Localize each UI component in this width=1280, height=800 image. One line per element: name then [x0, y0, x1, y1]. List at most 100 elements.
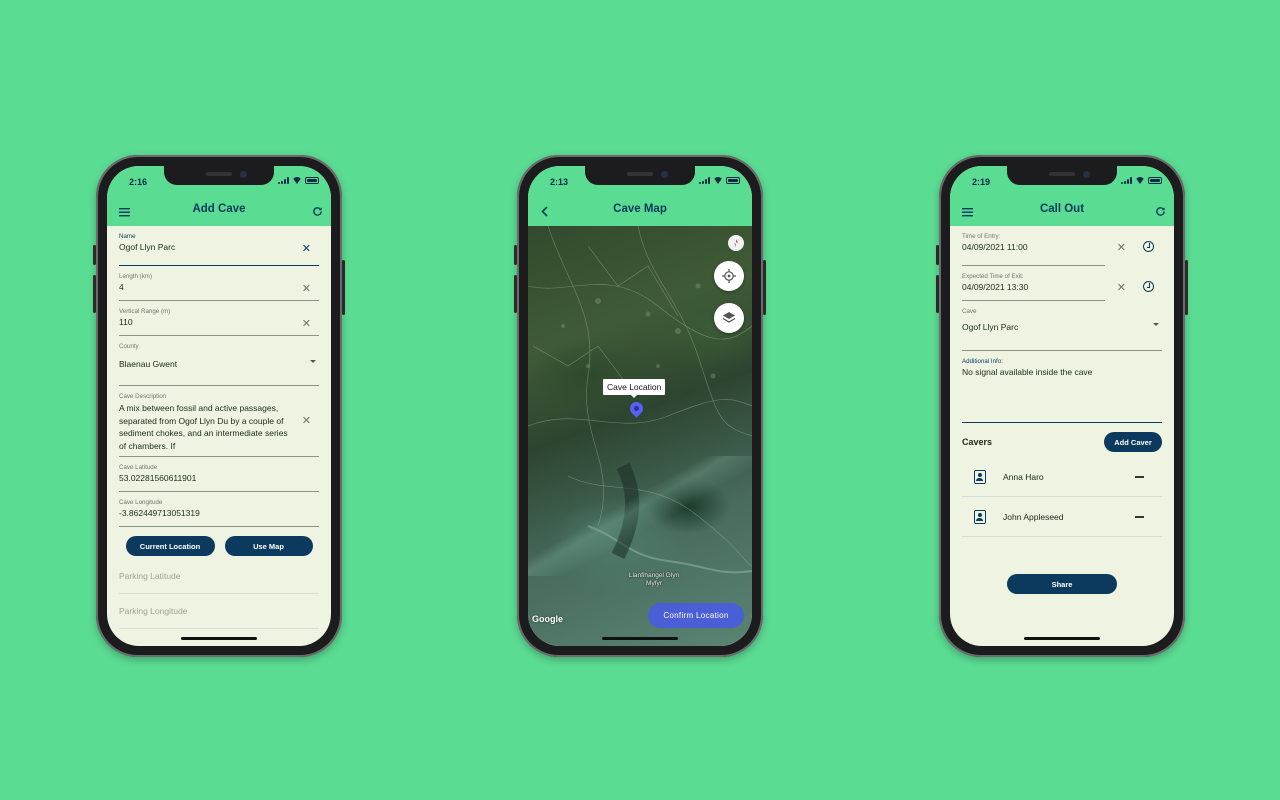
time-of-entry-field[interactable]: Time of Entry: 04/09/2021 11:00 [962, 226, 1105, 266]
close-icon[interactable]: ✕ [302, 282, 311, 295]
satellite-map[interactable]: Cave Location Llanfihangel Glyn Myfyr Go… [528, 226, 752, 646]
add-cave-form: Name Ogof Llyn Parc ✕ Length (km) 4 ✕ Ve… [107, 226, 331, 646]
close-icon[interactable]: ✕ [1117, 241, 1126, 254]
time-of-entry-label: Time of Entry: [962, 233, 1001, 240]
map-river [528, 456, 752, 576]
phone-cave-map: 2:13 Cave Map Cave Location Llanfihangel… [514, 155, 766, 657]
refresh-icon[interactable] [1155, 204, 1166, 222]
name-value: Ogof Llyn Parc [119, 242, 176, 252]
latitude-field[interactable]: Cave Latitude 53.02281560611901 [119, 457, 319, 492]
battery-icon [726, 177, 740, 184]
battery-icon [305, 177, 319, 184]
additional-info-label: Additional Info: [962, 358, 1003, 365]
refresh-icon[interactable] [312, 204, 323, 222]
longitude-value: -3.862449713051319 [119, 508, 200, 518]
additional-info-field[interactable]: Additional Info: No signal available ins… [962, 351, 1162, 423]
vertical-range-label: Vertical Range (m) [119, 308, 171, 315]
page-title: Cave Map [613, 203, 667, 215]
latitude-value: 53.02281560611901 [119, 473, 197, 483]
longitude-field[interactable]: Cave Longitude -3.862449713051319 [119, 492, 319, 527]
cavers-list: Anna Haro John Appleseed [962, 457, 1162, 537]
page-title: Call Out [1039, 203, 1085, 215]
description-label: Cave Description [119, 393, 167, 400]
name-field[interactable]: Name Ogof Llyn Parc ✕ [119, 226, 319, 266]
info-window-arrow [630, 394, 638, 398]
wifi-icon [292, 177, 302, 184]
caver-row[interactable]: John Appleseed [962, 497, 1162, 537]
parking-latitude-field[interactable]: Parking Latitude [119, 559, 319, 594]
cave-select[interactable]: Cave Ogof Llyn Parc [962, 301, 1162, 351]
length-label: Length (km) [119, 273, 153, 280]
cavers-heading: Cavers [962, 437, 993, 447]
call-out-form: Time of Entry: 04/09/2021 11:00 ✕ Expect… [950, 226, 1174, 646]
county-select[interactable]: County Blaenau Gwent [119, 336, 319, 386]
location-buttons: Current Location Use Map [119, 536, 319, 556]
confirm-location-button[interactable]: Confirm Location [648, 603, 744, 628]
status-time: 2:16 [129, 177, 148, 187]
signal-icon [278, 177, 289, 184]
close-icon[interactable]: ✕ [1117, 281, 1126, 294]
battery-icon [1148, 177, 1162, 184]
home-indicator [602, 637, 678, 640]
compass-icon[interactable] [728, 235, 744, 251]
parking-longitude-field[interactable]: Parking Longitude [119, 594, 319, 629]
caver-row[interactable]: Anna Haro [962, 457, 1162, 497]
google-logo: Google [532, 614, 563, 624]
phone-add-cave: 2:16 Add Cave Name Ogof Llyn Parc ✕ Leng… [93, 155, 345, 657]
add-caver-button[interactable]: Add Caver [1104, 432, 1162, 452]
expected-exit-field[interactable]: Expected Time of Exit: 04/09/2021 13:30 [962, 266, 1105, 301]
wifi-icon [713, 177, 723, 184]
current-location-button[interactable]: Current Location [125, 536, 215, 556]
vertical-range-value: 110 [119, 317, 133, 327]
expected-exit-value: 04/09/2021 13:30 [962, 282, 1029, 292]
phone-call-out: 2:19 Call Out Time of Entry: 04/09/2021 … [936, 155, 1188, 657]
signal-icon [1121, 177, 1132, 184]
caver-name: Anna Haro [1003, 471, 1044, 482]
latitude-label: Cave Latitude [119, 464, 158, 471]
share-row: Share [962, 574, 1162, 594]
cave-label: Cave [962, 308, 977, 315]
person-card-icon [974, 509, 986, 524]
dropdown-icon [310, 360, 316, 363]
expected-exit-label: Expected Time of Exit: [962, 273, 1024, 280]
place-label: Llanfihangel Glyn Myfyr [628, 572, 680, 587]
close-icon[interactable]: ✕ [302, 242, 311, 255]
description-value: A mix between fossil and active passages… [119, 403, 288, 451]
vertical-range-field[interactable]: Vertical Range (m) 110 ✕ [119, 301, 319, 336]
longitude-label: Cave Longitude [119, 499, 163, 506]
locate-icon[interactable] [714, 261, 744, 291]
name-label: Name [119, 233, 136, 240]
home-indicator [181, 637, 257, 640]
add-cave-screen: 2:16 Add Cave Name Ogof Llyn Parc ✕ Leng… [107, 166, 331, 646]
layers-icon[interactable] [714, 303, 744, 333]
minus-icon[interactable] [1135, 516, 1144, 518]
cavers-header: Cavers Add Caver [962, 431, 1162, 453]
status-time: 2:19 [972, 177, 991, 187]
minus-icon[interactable] [1135, 476, 1144, 478]
time-of-entry-row: Time of Entry: 04/09/2021 11:00 ✕ [962, 226, 1162, 266]
expected-exit-row: Expected Time of Exit: 04/09/2021 13:30 … [962, 266, 1162, 301]
use-map-button[interactable]: Use Map [224, 536, 313, 556]
page-title: Add Cave [192, 203, 246, 215]
wifi-icon [1135, 177, 1145, 184]
person-card-icon [974, 469, 986, 484]
share-button[interactable]: Share [1007, 574, 1117, 594]
length-field[interactable]: Length (km) 4 ✕ [119, 266, 319, 301]
cave-value: Ogof Llyn Parc [962, 322, 1019, 332]
dropdown-icon [1153, 323, 1159, 326]
marker-info-window: Cave Location [603, 379, 666, 395]
signal-icon [699, 177, 710, 184]
home-indicator [1024, 637, 1100, 640]
close-icon[interactable]: ✕ [302, 414, 311, 427]
close-icon[interactable]: ✕ [302, 317, 311, 330]
caver-name: John Appleseed [1003, 511, 1064, 522]
additional-info-value: No signal available inside the cave [962, 367, 1093, 377]
cave-map-screen: 2:13 Cave Map Cave Location Llanfihangel… [528, 166, 752, 646]
clock-icon[interactable] [1143, 281, 1154, 292]
description-field[interactable]: Cave Description A mix between fossil an… [119, 386, 319, 457]
length-value: 4 [119, 282, 124, 292]
county-label: County [119, 343, 139, 350]
call-out-screen: 2:19 Call Out Time of Entry: 04/09/2021 … [950, 166, 1174, 646]
county-value: Blaenau Gwent [119, 359, 178, 369]
clock-icon[interactable] [1143, 241, 1154, 252]
